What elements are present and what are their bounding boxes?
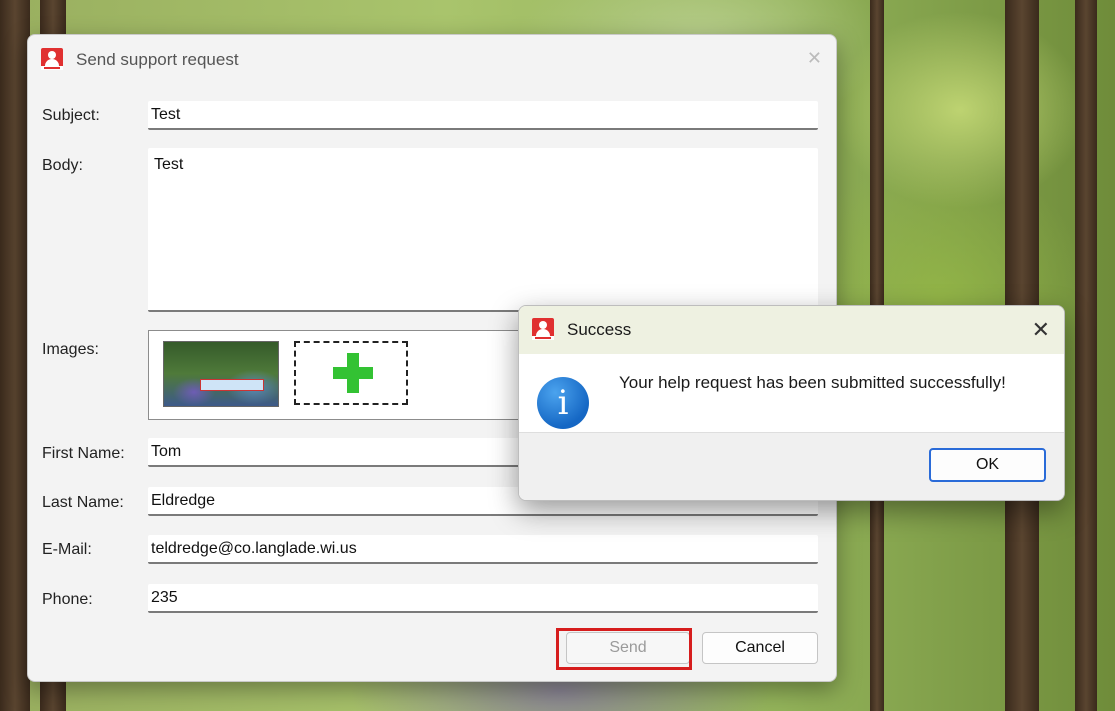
cancel-button[interactable]: Cancel: [702, 632, 818, 664]
send-button-highlight: [556, 628, 692, 670]
body-textarea[interactable]: Test: [148, 148, 818, 312]
close-icon[interactable]: ✕: [1032, 317, 1050, 343]
tree-trunk: [1075, 0, 1097, 711]
phone-label: Phone:: [42, 591, 93, 608]
subject-label: Subject:: [42, 107, 100, 124]
last-name-label: Last Name:: [42, 494, 124, 511]
first-name-label: First Name:: [42, 445, 125, 462]
success-message: Your help request has been submitted suc…: [619, 373, 1006, 392]
image-thumbnail[interactable]: [163, 341, 279, 407]
dialog-title: Send support request: [76, 50, 239, 69]
success-message-box: Success ✕ i Your help request has been s…: [518, 305, 1065, 501]
email-label: E-Mail:: [42, 541, 92, 558]
helpdesk-app-icon: [532, 318, 554, 340]
add-image-button[interactable]: [294, 341, 408, 405]
phone-input[interactable]: [148, 584, 818, 613]
title-bar[interactable]: Send support request ✕: [28, 35, 836, 83]
email-input[interactable]: [148, 535, 818, 564]
success-footer: OK: [519, 432, 1064, 500]
success-title: Success: [567, 320, 632, 339]
close-icon[interactable]: ✕: [807, 48, 822, 69]
tree-trunk: [0, 0, 30, 711]
success-title-bar[interactable]: Success ✕: [519, 306, 1064, 354]
body-label: Body:: [42, 157, 83, 174]
images-label: Images:: [42, 341, 99, 358]
info-icon: i: [537, 377, 589, 429]
helpdesk-app-icon: [41, 48, 63, 70]
subject-input[interactable]: [148, 101, 818, 130]
ok-button[interactable]: OK: [929, 448, 1046, 482]
